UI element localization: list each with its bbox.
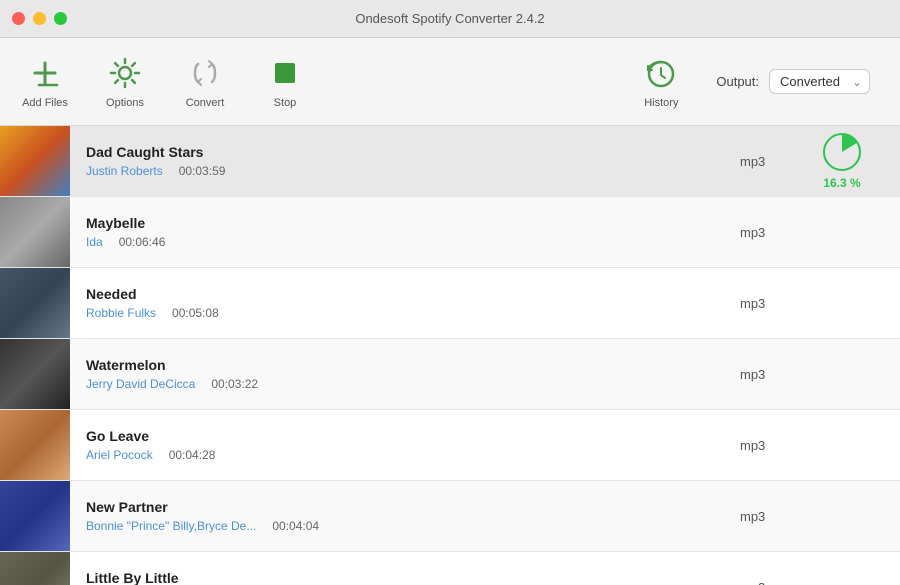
song-title: Go Leave — [86, 428, 724, 444]
options-label: Options — [106, 97, 144, 109]
options-button[interactable]: Options — [100, 55, 150, 109]
history-label: History — [644, 97, 678, 109]
song-duration: 00:03:59 — [179, 164, 249, 178]
song-title: Watermelon — [86, 357, 724, 373]
song-format: mp3 — [740, 225, 800, 240]
song-row[interactable]: Go Leave Ariel Pocock 00:04:28 mp3 — [0, 410, 900, 481]
output-select[interactable]: Converted Downloads Desktop — [769, 69, 870, 94]
song-format: mp3 — [740, 580, 800, 585]
song-artist: Ariel Pocock — [86, 448, 153, 462]
stop-button[interactable]: Stop — [260, 55, 310, 109]
maximize-button[interactable] — [54, 12, 67, 25]
song-row[interactable]: Little By LittleFrances England00:03:48m… — [0, 552, 900, 585]
song-title: New Partner — [86, 499, 724, 515]
convert-icon — [187, 55, 223, 91]
options-icon — [107, 55, 143, 91]
window-title: Ondesoft Spotify Converter 2.4.2 — [355, 11, 544, 26]
close-button[interactable] — [12, 12, 25, 25]
song-title: Little By Little — [86, 570, 724, 585]
song-info: Go Leave Ariel Pocock 00:04:28 — [70, 420, 740, 470]
song-title: Needed — [86, 286, 724, 302]
song-info: Maybelle Ida 00:06:46 — [70, 207, 740, 257]
song-row[interactable]: Maybelle Ida 00:06:46 mp3 — [0, 197, 900, 268]
title-bar: Ondesoft Spotify Converter 2.4.2 — [0, 0, 900, 38]
stop-icon — [267, 55, 303, 91]
song-duration: 00:06:46 — [119, 235, 189, 249]
song-duration: 00:04:04 — [272, 519, 342, 533]
album-art — [0, 197, 70, 267]
album-art — [0, 268, 70, 338]
progress-pie — [822, 132, 862, 172]
add-files-button[interactable]: Add Files — [20, 55, 70, 109]
window-controls — [12, 12, 67, 25]
song-row[interactable]: Dad Caught Stars Justin Roberts 00:03:59 mp… — [0, 126, 900, 197]
song-format: mp3 — [740, 509, 800, 524]
album-art — [0, 410, 70, 480]
song-info: Needed Robbie Fulks 00:05:08 — [70, 278, 740, 328]
song-list: Dad Caught Stars Justin Roberts 00:03:59 mp… — [0, 126, 900, 585]
song-duration: 00:05:08 — [172, 306, 242, 320]
stop-label: Stop — [274, 97, 297, 109]
song-info: New Partner Bonnie "Prince" Billy,Bryce D… — [70, 491, 740, 541]
song-artist: Jerry David DeCicca — [86, 377, 195, 391]
song-row[interactable]: Needed Robbie Fulks 00:05:08 mp3 — [0, 268, 900, 339]
song-row[interactable]: Watermelon Jerry David DeCicca 00:03:22 mp3 — [0, 339, 900, 410]
song-duration: 00:04:28 — [169, 448, 239, 462]
history-icon — [643, 55, 679, 91]
song-progress: 16.3 % — [800, 132, 900, 190]
song-info: Watermelon Jerry David DeCicca 00:03:22 — [70, 349, 740, 399]
song-format: mp3 — [740, 154, 800, 169]
song-row[interactable]: New Partner Bonnie "Prince" Billy,Bryce D… — [0, 481, 900, 552]
album-art — [0, 552, 70, 585]
song-duration: 00:03:22 — [211, 377, 281, 391]
output-select-wrap: Converted Downloads Desktop — [769, 69, 870, 94]
minimize-button[interactable] — [33, 12, 46, 25]
song-format: mp3 — [740, 438, 800, 453]
song-artist: Ida — [86, 235, 103, 249]
song-artist: Robbie Fulks — [86, 306, 156, 320]
song-artist: Bonnie "Prince" Billy,Bryce De... — [86, 519, 256, 533]
add-files-icon — [27, 55, 63, 91]
song-info: Little By LittleFrances England00:03:48 — [70, 562, 740, 585]
toolbar: Add Files Options Convert — [0, 38, 900, 126]
album-art — [0, 339, 70, 409]
convert-button[interactable]: Convert — [180, 55, 230, 109]
album-art — [0, 481, 70, 551]
song-format: mp3 — [740, 296, 800, 311]
output-label: Output: — [716, 74, 759, 89]
convert-label: Convert — [186, 97, 225, 109]
song-artist: Justin Roberts — [86, 164, 163, 178]
add-files-label: Add Files — [22, 97, 68, 109]
output-area: Output: Converted Downloads Desktop — [716, 69, 870, 94]
song-info: Dad Caught Stars Justin Roberts 00:03:59 — [70, 136, 740, 186]
album-art — [0, 126, 70, 196]
history-button[interactable]: History — [636, 55, 686, 109]
song-title: Dad Caught Stars — [86, 144, 724, 160]
progress-percentage: 16.3 % — [823, 176, 860, 190]
song-format: mp3 — [740, 367, 800, 382]
song-title: Maybelle — [86, 215, 724, 231]
